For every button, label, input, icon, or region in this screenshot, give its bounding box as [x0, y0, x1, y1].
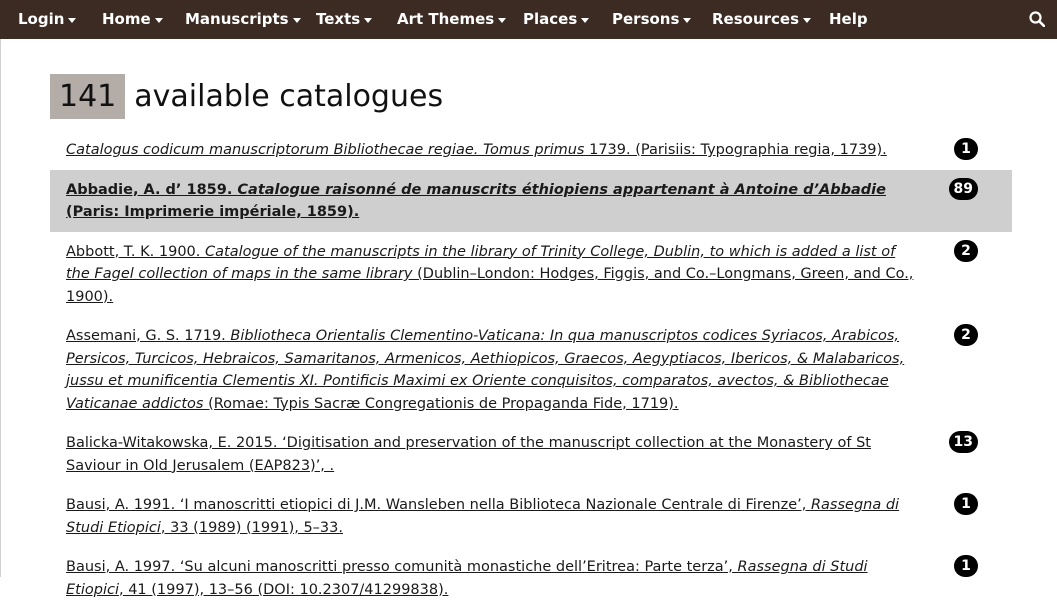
catalogue-text: Balicka-Witakowska, E. 2015. ‘Digitisati… — [66, 435, 871, 474]
catalogue-link[interactable]: Balicka-Witakowska, E. 2015. ‘Digitisati… — [66, 432, 918, 477]
catalogue-title-italic: Catalogue raisonné de manuscrits éthiopi… — [237, 181, 886, 198]
nav-item-manuscripts[interactable]: Manuscripts — [185, 0, 301, 39]
catalogue-link[interactable]: Bausi, A. 1997. ‘Su alcuni manoscritti p… — [66, 556, 918, 601]
catalogue-text: Bausi, A. 1991. ‘I manoscritti etiopici … — [66, 497, 811, 513]
catalogue-list: Catalogus codicum manuscriptorum Bibliot… — [50, 130, 1012, 609]
page-left-border — [0, 39, 1, 577]
page-title-label: available catalogues — [134, 79, 444, 114]
catalogue-text: Bausi, A. 1997. ‘Su alcuni manoscritti p… — [66, 559, 738, 575]
nav-item-home[interactable]: Home — [102, 0, 163, 39]
manuscript-count-badge[interactable]: 2 — [954, 239, 978, 262]
catalogue-entry: Bausi, A. 1991. ‘I manoscritti etiopici … — [50, 485, 1012, 547]
manuscript-count-badge[interactable]: 2 — [954, 324, 978, 346]
catalogue-title-italic: Catalogus codicum manuscriptorum Bibliot… — [66, 142, 585, 158]
caret-down-icon — [154, 17, 163, 23]
nav-item-login[interactable]: Login — [18, 0, 77, 39]
nav-item-label: Home — [102, 10, 151, 28]
catalogue-text: (Romae: Typis Sacræ Congregationis de Pr… — [203, 395, 679, 412]
catalogue-text: Abbadie, A. d’ 1859. — [66, 181, 238, 198]
catalogue-text: 1739. (Parisiis: Typographia regia, 1739… — [584, 142, 887, 158]
caret-down-icon — [364, 17, 373, 23]
manuscript-count-badge[interactable]: 89 — [948, 177, 978, 200]
catalogue-link[interactable]: Assemani, G. S. 1719. Bibliotheca Orient… — [66, 325, 918, 415]
catalogue-link[interactable]: Catalogus codicum manuscriptorum Bibliot… — [66, 139, 918, 162]
catalogue-text: (Paris: Imprimerie impériale, 1859). — [66, 204, 360, 220]
nav-item-help[interactable]: Help — [829, 0, 868, 39]
nav-item-resources[interactable]: Resources — [712, 0, 812, 39]
catalogue-link[interactable]: Bausi, A. 1991. ‘I manoscritti etiopici … — [66, 494, 918, 539]
nav-item-label: Texts — [316, 10, 361, 28]
nav-item-art-themes[interactable]: Art Themes — [397, 0, 507, 39]
catalogue-entry: Abbott, T. K. 1900. Catalogue of the man… — [50, 232, 1012, 317]
catalogue-entry: Bausi, A. 1997. ‘Su alcuni manoscritti p… — [50, 547, 1012, 609]
catalogue-entry: Catalogus codicum manuscriptorum Bibliot… — [50, 130, 1012, 170]
nav-item-label: Login — [18, 10, 65, 28]
nav-item-texts[interactable]: Texts — [316, 0, 373, 39]
caret-down-icon — [498, 17, 507, 23]
caret-down-icon — [68, 17, 77, 23]
catalogue-link[interactable]: Abbadie, A. d’ 1859. Catalogue raisonné … — [66, 179, 918, 224]
catalogue-text: Assemani, G. S. 1719. — [66, 328, 231, 344]
catalogue-entry: Assemani, G. S. 1719. Bibliotheca Orient… — [50, 316, 1012, 423]
search-icon[interactable] — [1029, 11, 1046, 28]
catalogue-text: Abbott, T. K. 1900. — [66, 243, 205, 260]
caret-down-icon — [581, 17, 590, 23]
catalogue-count: 141 — [50, 74, 126, 119]
catalogue-entry: Abbadie, A. d’ 1859. Catalogue raisonné … — [50, 169, 1012, 232]
manuscript-count-badge[interactable]: 13 — [948, 431, 978, 453]
caret-down-icon — [683, 17, 692, 23]
catalogue-entry: Balicka-Witakowska, E. 2015. ‘Digitisati… — [50, 423, 1012, 485]
nav-item-label: Help — [829, 10, 868, 28]
nav-item-label: Art Themes — [397, 10, 495, 28]
manuscript-count-badge[interactable]: 1 — [954, 555, 978, 577]
nav-item-places[interactable]: Places — [523, 0, 590, 39]
top-navbar: Login Home Manuscripts Texts Art Themes Place… — [0, 0, 1057, 39]
caret-down-icon — [803, 17, 812, 23]
nav-item-label: Places — [523, 10, 578, 28]
nav-item-persons[interactable]: Persons — [612, 0, 692, 39]
nav-item-label: Resources — [712, 10, 800, 28]
catalogue-text: , 33 (1989) (1991), 5–33. — [160, 519, 343, 536]
manuscript-count-badge[interactable]: 1 — [954, 493, 978, 515]
catalogue-link[interactable]: Abbott, T. K. 1900. Catalogue of the man… — [66, 241, 918, 309]
manuscript-count-badge[interactable]: 1 — [954, 138, 978, 160]
nav-item-label: Persons — [612, 10, 680, 28]
page-title: 141 available catalogues — [50, 74, 443, 119]
nav-item-label: Manuscripts — [185, 10, 289, 28]
catalogue-text: , 41 (1997), 13–56 (DOI: 10.2307/4129983… — [118, 581, 449, 598]
caret-down-icon — [292, 17, 301, 23]
